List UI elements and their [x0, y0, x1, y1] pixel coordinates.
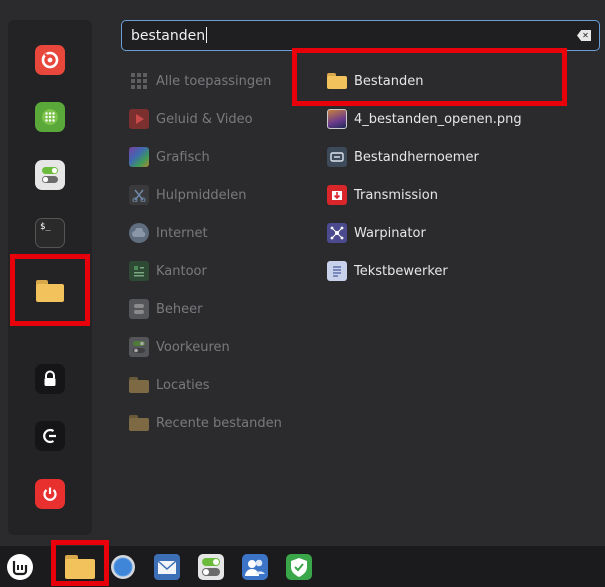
taskbar-settings[interactable] [196, 552, 226, 582]
search-value: bestanden [131, 27, 208, 44]
favorites-sidebar: $_ [8, 20, 92, 535]
play-icon [129, 109, 149, 129]
category-label: Kantoor [156, 263, 207, 279]
favorite-calculator[interactable] [34, 101, 66, 133]
favorite-lock[interactable] [34, 363, 66, 395]
result-label: Bestanden [354, 73, 424, 89]
taskbar-mail[interactable] [152, 552, 182, 582]
menu-button[interactable] [5, 552, 35, 582]
users-icon [242, 554, 268, 580]
favorite-power[interactable] [34, 478, 66, 510]
category-label: Beheer [156, 301, 203, 317]
recent-folder-icon [129, 413, 149, 433]
folder-icon [36, 280, 64, 302]
grid-icon [129, 71, 149, 91]
category-places[interactable]: Locaties [129, 373, 210, 397]
mint-logo-icon [7, 554, 33, 580]
shield-icon [286, 554, 312, 580]
cloud-icon [129, 223, 149, 243]
text-editor-icon [327, 261, 347, 281]
office-icon [129, 261, 149, 281]
result-label: Transmission [354, 187, 438, 203]
result-label: Bestandhernoemer [354, 149, 479, 165]
category-accessories[interactable]: Hulpmiddelen [129, 183, 247, 207]
graphics-icon [129, 147, 149, 167]
logout-icon [35, 421, 65, 451]
result-label: Warpinator [354, 225, 426, 241]
taskbar-shield[interactable] [284, 552, 314, 582]
mail-icon [154, 554, 180, 580]
result-tekstbewerker[interactable]: Tekstbewerker [327, 259, 448, 283]
lock-icon [35, 364, 65, 394]
category-recent-files[interactable]: Recente bestanden [129, 411, 282, 435]
search-input[interactable]: bestanden ✕ [121, 20, 600, 51]
taskbar-users[interactable] [240, 552, 270, 582]
taskbar-browser[interactable] [108, 552, 138, 582]
taskbar [0, 540, 605, 587]
settings-toggle-icon [35, 160, 65, 190]
category-label: Hulpmiddelen [156, 187, 247, 203]
settings-toggle-icon [198, 554, 224, 580]
admin-icon [129, 299, 149, 319]
renamer-icon [327, 147, 347, 167]
favorite-terminal[interactable]: $_ [34, 217, 66, 249]
category-label: Voorkeuren [156, 339, 230, 355]
category-label: Alle toepassingen [156, 73, 272, 89]
favorite-firefox[interactable] [34, 44, 66, 76]
folder-icon [65, 555, 95, 579]
favorite-files[interactable] [34, 275, 66, 307]
category-all[interactable]: Alle toepassingen [129, 69, 271, 93]
application-menu: $_ bestanden ✕ Alle toepassingen Geluid … [0, 0, 605, 546]
category-preferences[interactable]: Voorkeuren [129, 335, 230, 359]
toggle-icon [129, 337, 149, 357]
folder-icon [327, 71, 347, 91]
terminal-prompt: $_ [40, 222, 51, 232]
taskbar-files[interactable] [62, 552, 98, 582]
category-label: Recente bestanden [156, 415, 282, 431]
result-label: Tekstbewerker [354, 263, 448, 279]
result-image-file[interactable]: 4_bestanden_openen.png [327, 107, 522, 131]
transmission-icon [327, 185, 347, 205]
firefox-icon [35, 45, 65, 75]
favorite-settings[interactable] [34, 159, 66, 191]
scissors-icon [129, 185, 149, 205]
category-label: Grafisch [156, 149, 210, 165]
category-office[interactable]: Kantoor [129, 259, 207, 283]
result-label: 4_bestanden_openen.png [354, 111, 522, 127]
category-label: Geluid & Video [156, 111, 253, 127]
globe-icon [111, 555, 135, 579]
category-internet[interactable]: Internet [129, 221, 208, 245]
category-administration[interactable]: Beheer [129, 297, 203, 321]
result-bestanden[interactable]: Bestanden [327, 69, 423, 93]
clear-search-icon[interactable]: ✕ [577, 30, 591, 41]
category-label: Internet [156, 225, 208, 241]
result-warpinator[interactable]: Warpinator [327, 221, 426, 245]
image-icon [327, 109, 347, 129]
power-icon [35, 479, 65, 509]
category-sound-video[interactable]: Geluid & Video [129, 107, 253, 131]
category-graphics[interactable]: Grafisch [129, 145, 210, 169]
terminal-icon: $_ [35, 218, 65, 248]
calculator-icon [35, 102, 65, 132]
warpinator-icon [327, 223, 347, 243]
result-transmission[interactable]: Transmission [327, 183, 438, 207]
folder-icon [129, 375, 149, 395]
category-label: Locaties [156, 377, 210, 393]
favorite-logout[interactable] [34, 420, 66, 452]
result-bestandhernoemer[interactable]: Bestandhernoemer [327, 145, 479, 169]
